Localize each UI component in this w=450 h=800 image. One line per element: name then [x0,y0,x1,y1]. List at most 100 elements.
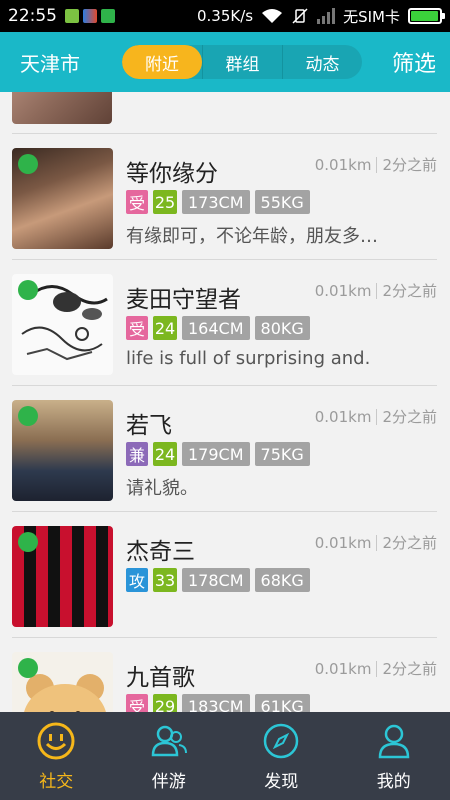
user-meta: 0.01km 2分之前 [315,154,437,175]
user-meta: 0.01km 2分之前 [315,406,437,427]
android-icon [65,9,79,23]
divider [376,660,378,677]
role-tag: 受 [126,694,148,712]
user-tags: 受 24 164CM 80KG [126,316,310,340]
person-icon [378,724,410,758]
age-tag: 33 [153,568,177,592]
last-active: 2分之前 [382,534,437,552]
divider [376,408,378,425]
user-bio: 请礼貌。 [126,478,198,499]
distance: 0.01km [314,533,372,552]
nav-label: 我的 [376,771,411,792]
divider [376,534,378,551]
battery-level [411,11,438,21]
weight-tag: 61KG [254,694,310,712]
online-indicator [18,658,38,678]
divider [376,156,378,173]
divider [376,282,378,299]
avatar[interactable] [12,148,113,249]
online-indicator [18,532,38,552]
status-time: 22:55 [8,6,57,26]
height-tag: 173CM [182,190,250,214]
user-meta: 0.01km 2分之前 [315,280,437,301]
online-indicator [18,154,38,174]
people-icon [151,725,187,756]
no-vibrate-icon [292,8,308,24]
notification-icons [65,9,115,23]
weight-tag: 55KG [254,190,310,214]
nav-label: 伴游 [151,771,186,792]
nav-social[interactable]: 社交 [0,712,113,800]
last-active: 2分之前 [382,660,437,678]
avatar[interactable] [12,274,113,375]
bottom-nav: 社交 伴游 发现 我的 [0,712,450,800]
network-speed: 0.35K/s [197,7,254,25]
role-tag: 受 [126,190,148,214]
signal-icon [317,8,336,24]
user-bio: life is full of surprising and. [126,348,371,369]
weight-tag: 80KG [254,316,310,340]
distance: 0.01km [314,155,372,174]
user-tags: 攻 33 178CM 68KG [126,568,310,592]
battery-icon [408,8,445,24]
user-tags: 受 25 173CM 55KG [126,190,310,214]
avatar[interactable] [12,400,113,501]
last-active: 2分之前 [382,408,437,426]
wechat-icon [101,9,115,23]
last-active: 2分之前 [382,282,437,300]
tab-nearby[interactable]: 附近 [122,45,202,79]
compass-icon [264,723,299,758]
online-indicator [18,406,38,426]
tab-moments[interactable]: 动态 [282,45,362,79]
user-tags: 受 29 183CM 61KG [126,694,310,712]
user-tags: 兼 24 179CM 75KG [126,442,310,466]
list-item[interactable]: 若飞 0.01km 2分之前 兼 24 179CM 75KG 请礼貌。 [12,386,437,512]
role-tag: 受 [126,316,148,340]
age-tag: 24 [153,442,177,466]
nav-companion[interactable]: 伴游 [113,712,226,800]
list-item[interactable]: 九首歌 0.01km 2分之前 受 29 183CM 61KG [12,638,437,712]
tab-switcher: 附近 群组 动态 [122,45,362,79]
smiley-icon [37,722,75,759]
user-meta: 0.01km 2分之前 [315,532,437,553]
weight-tag: 68KG [254,568,310,592]
role-tag: 兼 [126,442,148,466]
list-item-partial[interactable] [12,92,437,134]
distance: 0.01km [314,281,372,300]
online-indicator [18,280,38,300]
list-item[interactable]: 麦田守望者 0.01km 2分之前 受 24 164CM 80KG life i… [12,260,437,386]
role-tag: 攻 [126,568,148,592]
age-tag: 29 [153,694,177,712]
weight-tag: 75KG [254,442,310,466]
distance: 0.01km [314,659,372,678]
age-tag: 25 [153,190,177,214]
avatar[interactable] [12,652,113,712]
user-name: 麦田守望者 [126,287,241,313]
user-name: 等你缘分 [126,161,218,187]
user-name: 九首歌 [126,665,195,691]
list-item[interactable]: 杰奇三 0.01km 2分之前 攻 33 178CM 68KG [12,512,437,638]
height-tag: 164CM [182,316,250,340]
nav-discover[interactable]: 发现 [225,712,338,800]
nav-label: 社交 [39,771,74,792]
list-item[interactable]: 等你缘分 0.01km 2分之前 受 25 173CM 55KG 有缘即可，不论… [12,134,437,260]
avatar [12,92,112,124]
status-bar: 22:55 0.35K/s 无SIM卡 [0,0,450,32]
filter-button[interactable]: 筛选 [392,46,436,78]
distance: 0.01km [314,407,372,426]
user-bio: 有缘即可，不论年龄，朋友多… [126,226,378,247]
nav-label: 发现 [264,771,299,792]
avatar[interactable] [12,526,113,627]
app-header: 天津市 附近 群组 动态 筛选 [0,32,450,92]
user-list[interactable]: 等你缘分 0.01km 2分之前 受 25 173CM 55KG 有缘即可，不论… [0,92,450,712]
app-notification-icon [83,9,97,23]
user-meta: 0.01km 2分之前 [315,658,437,679]
height-tag: 183CM [182,694,250,712]
tab-groups[interactable]: 群组 [202,45,282,79]
nav-me[interactable]: 我的 [338,712,450,800]
city-selector[interactable]: 天津市 [20,48,100,77]
wifi-icon [262,9,283,23]
height-tag: 179CM [182,442,250,466]
user-name: 杰奇三 [126,539,195,565]
age-tag: 24 [153,316,177,340]
